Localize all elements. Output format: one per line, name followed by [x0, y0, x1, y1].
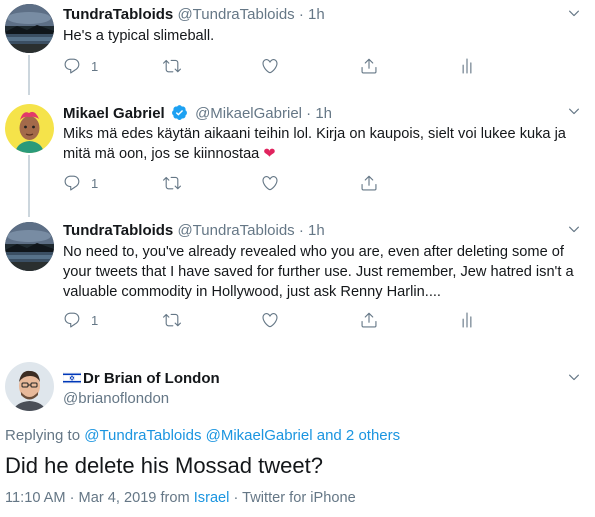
tweet-text-line: valuable commodity in Hollywood, just as…: [63, 284, 441, 300]
like-button[interactable]: [261, 173, 279, 193]
like-icon: [261, 57, 279, 75]
retweet-button[interactable]: [163, 173, 181, 193]
retweet-icon: [163, 311, 181, 329]
share-button[interactable]: [360, 173, 378, 193]
avatar[interactable]: [5, 4, 54, 53]
analytics-button[interactable]: [458, 56, 476, 76]
tweet-text-line: your tweets that I have saved for furthe…: [63, 264, 574, 280]
retweet-button[interactable]: [163, 56, 181, 76]
avatar[interactable]: [5, 362, 54, 411]
tweet-timestamp[interactable]: 11:10 AM · Mar 4, 2019 from: [5, 490, 190, 506]
author-name[interactable]: TundraTabloids: [63, 6, 173, 23]
like-icon: [261, 174, 279, 192]
reply-count: 1: [91, 175, 99, 191]
like-button[interactable]: [261, 310, 279, 330]
tweet-3[interactable]: TundraTabloids @TundraTabloids · 1h No n…: [0, 216, 595, 336]
share-icon: [360, 57, 378, 75]
chevron-down-icon[interactable]: [567, 6, 581, 20]
avatar[interactable]: [5, 222, 54, 271]
reply-others-link[interactable]: and 2 others: [317, 427, 400, 444]
reply-count: 1: [91, 58, 99, 74]
share-icon: [360, 311, 378, 329]
tweet-actions: 1: [63, 56, 483, 76]
israel-flag-icon: [63, 372, 81, 384]
main-tweet-text: Did he delete his Mossad tweet?: [5, 453, 323, 478]
reply-button[interactable]: 1: [63, 56, 98, 76]
tweet-text-line: No need to, you've already revealed who …: [63, 244, 564, 260]
chevron-down-icon[interactable]: [567, 222, 581, 236]
author-handle[interactable]: @TundraTabloids: [177, 222, 294, 239]
author-name[interactable]: Mikael Gabriel: [63, 105, 165, 122]
author-handle[interactable]: @TundraTabloids: [177, 6, 294, 23]
tweet-meta: 11:10 AM · Mar 4, 2019 from Israel · Twi…: [5, 490, 356, 506]
tweet-header: Dr Brian of London: [63, 370, 220, 388]
reply-mention-2[interactable]: @MikaelGabriel: [206, 427, 313, 444]
thread-connector: [28, 55, 30, 95]
reply-icon: [63, 174, 81, 192]
replying-prefix: Replying to: [5, 427, 81, 444]
verified-badge-icon: [171, 105, 187, 120]
analytics-icon: [458, 311, 476, 329]
tweet-text: He's a typical slimeball.: [63, 28, 215, 44]
author-handle[interactable]: @MikaelGabriel: [195, 105, 302, 122]
reply-icon: [63, 57, 81, 75]
reply-button[interactable]: 1: [63, 310, 98, 330]
share-button[interactable]: [360, 56, 378, 76]
tweet-text-fragment: mitä mä oon, jos se kiinnostaa: [63, 146, 260, 162]
retweet-button[interactable]: [163, 310, 181, 330]
tweet-2[interactable]: Mikael Gabriel @MikaelGabriel · 1h Miks …: [0, 98, 595, 217]
tweet-header: TundraTabloids @TundraTabloids · 1h: [63, 6, 325, 24]
reply-mention-1[interactable]: @TundraTabloids: [84, 427, 201, 444]
separator-dot: ·: [298, 222, 304, 239]
chevron-down-icon[interactable]: [567, 104, 581, 118]
analytics-button[interactable]: [458, 310, 476, 330]
like-icon: [261, 311, 279, 329]
retweet-icon: [163, 174, 181, 192]
avatar[interactable]: [5, 104, 54, 153]
reply-icon: [63, 311, 81, 329]
retweet-icon: [163, 57, 181, 75]
heart-emoji: ❤: [263, 146, 276, 162]
author-name[interactable]: Dr Brian of London: [83, 370, 220, 387]
tweet-text-line: mitä mä oon, jos se kiinnostaa ❤: [63, 144, 583, 164]
tweet-time[interactable]: 1h: [315, 105, 332, 122]
tweet-text-line: Miks mä edes käytän aikaani teihin lol. …: [63, 126, 566, 142]
reply-count: 1: [91, 312, 99, 328]
separator-dot: ·: [306, 105, 312, 122]
reply-button[interactable]: 1: [63, 173, 98, 193]
tweet-source: · Twitter for iPhone: [233, 490, 356, 506]
chevron-down-icon[interactable]: [567, 370, 581, 384]
tweet-time[interactable]: 1h: [308, 6, 325, 23]
author-handle-row: @brianoflondon: [63, 390, 169, 408]
tweet-1[interactable]: TundraTabloids @TundraTabloids · 1h He's…: [0, 0, 595, 95]
analytics-icon: [458, 57, 476, 75]
thread-connector: [28, 155, 30, 217]
author-handle[interactable]: @brianoflondon: [63, 390, 169, 407]
share-button[interactable]: [360, 310, 378, 330]
author-name[interactable]: TundraTabloids: [63, 222, 173, 239]
tweet-text: Miks mä edes käytän aikaani teihin lol. …: [63, 124, 583, 164]
like-button[interactable]: [261, 56, 279, 76]
location-link[interactable]: Israel: [194, 490, 230, 506]
tweet-header: Mikael Gabriel @MikaelGabriel · 1h: [63, 104, 332, 123]
tweet-time[interactable]: 1h: [308, 222, 325, 239]
tweet-actions: 1: [63, 173, 483, 193]
tweet-header: TundraTabloids @TundraTabloids · 1h: [63, 222, 325, 240]
replying-to: Replying to @TundraTabloids @MikaelGabri…: [5, 427, 400, 444]
share-icon: [360, 174, 378, 192]
tweet-actions: 1: [63, 310, 483, 330]
separator-dot: ·: [298, 6, 304, 23]
tweet-text: No need to, you've already revealed who …: [63, 242, 583, 302]
